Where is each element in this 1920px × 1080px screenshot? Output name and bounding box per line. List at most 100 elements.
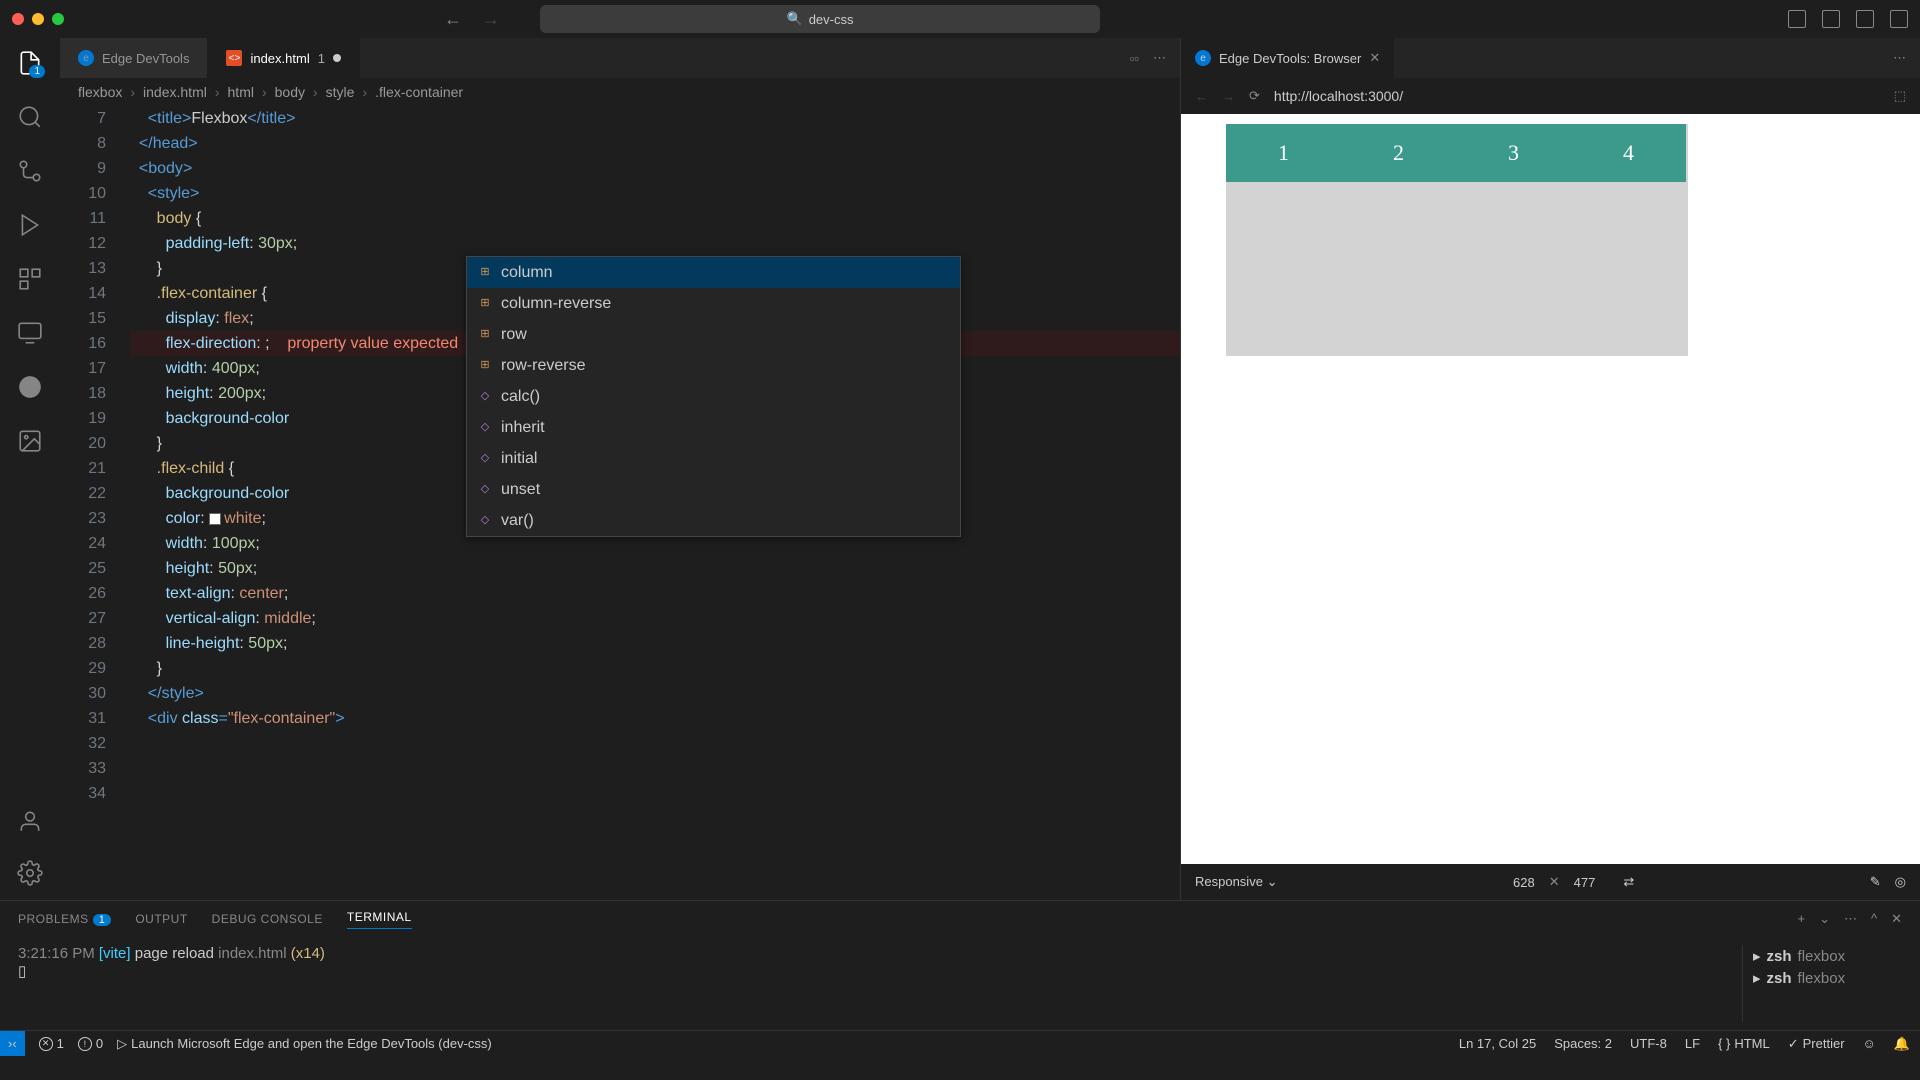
status-bell-icon[interactable]: 🔔 — [1894, 1036, 1910, 1052]
terminal-cursor: ▯ — [18, 962, 1742, 980]
autocomplete-item[interactable]: ◇unset — [467, 474, 960, 505]
terminal-entry[interactable]: ▸ zsh flexbox — [1753, 945, 1902, 967]
toggle-secondary-icon[interactable] — [1856, 10, 1874, 28]
bc-item[interactable]: flexbox — [78, 84, 122, 100]
terminal[interactable]: 3:21:16 PM [vite] page reload index.html… — [0, 937, 1920, 1030]
maximize-panel-icon[interactable]: ^ — [1871, 911, 1877, 927]
bc-item[interactable]: html — [228, 84, 254, 100]
emulate-icon[interactable]: ◎ — [1895, 874, 1906, 890]
autocomplete-item[interactable]: ◇var() — [467, 505, 960, 536]
panel-tab-output[interactable]: OUTPUT — [135, 912, 187, 926]
inspect-icon[interactable]: ⬚ — [1894, 88, 1906, 104]
status-feedback-icon[interactable]: ☺ — [1863, 1036, 1876, 1051]
browser-viewport[interactable]: 1234 — [1181, 114, 1920, 864]
css-hint-icon[interactable]: ✎ — [1870, 874, 1881, 890]
flex-child: 2 — [1341, 124, 1456, 182]
browser-forward-icon[interactable]: → — [1222, 89, 1235, 104]
status-encoding[interactable]: UTF-8 — [1630, 1036, 1667, 1051]
browser-tab[interactable]: e Edge DevTools: Browser ✕ — [1181, 38, 1394, 78]
breadcrumb[interactable]: flexbox› index.html› html› body› style› … — [60, 78, 1180, 106]
flex-child: 4 — [1571, 124, 1686, 182]
extensions-icon[interactable] — [17, 266, 43, 292]
autocomplete-item[interactable]: ⊞column — [467, 257, 960, 288]
search-icon: 🔍 — [787, 11, 803, 27]
layout-controls — [1788, 10, 1908, 28]
browser-back-icon[interactable]: ← — [1195, 89, 1208, 104]
titlebar: ← → 🔍 dev-css — [0, 0, 1920, 38]
autocomplete-item[interactable]: ⊞row-reverse — [467, 350, 960, 381]
more-actions-icon[interactable]: ⋯ — [1153, 50, 1166, 66]
back-icon[interactable]: ← — [444, 9, 462, 30]
bc-item[interactable]: body — [275, 84, 305, 100]
device-select[interactable]: Responsive ⌄ — [1195, 874, 1277, 890]
more-actions-icon[interactable]: ⋯ — [1893, 50, 1906, 66]
explorer-icon[interactable]: 1 — [17, 50, 43, 76]
debug-icon[interactable] — [17, 212, 43, 238]
account-icon[interactable] — [17, 808, 43, 834]
rotate-icon[interactable]: ⇄ — [1623, 874, 1634, 890]
term-msg: page reload — [135, 945, 214, 962]
status-cursor[interactable]: Ln 17, Col 25 — [1459, 1036, 1536, 1051]
forward-icon[interactable]: → — [482, 9, 500, 30]
autocomplete-item[interactable]: ⊞row — [467, 319, 960, 350]
status-launch-edge[interactable]: ▷ Launch Microsoft Edge and open the Edg… — [117, 1036, 492, 1052]
tab-label: Edge DevTools — [102, 51, 189, 66]
chevron-down-icon: ⌄ — [1267, 874, 1278, 889]
autocomplete-item[interactable]: ◇calc() — [467, 381, 960, 412]
flex-child: 1 — [1226, 124, 1341, 182]
toggle-sidebar-icon[interactable] — [1788, 10, 1806, 28]
close-icon[interactable]: ✕ — [1369, 50, 1380, 66]
status-indent[interactable]: Spaces: 2 — [1554, 1036, 1612, 1051]
bc-item[interactable]: index.html — [143, 84, 207, 100]
status-language[interactable]: { } HTML — [1718, 1036, 1770, 1051]
panel-tab-problems[interactable]: PROBLEMS1 — [18, 912, 111, 926]
browser-tab-label: Edge DevTools: Browser — [1219, 51, 1361, 66]
maximize-window-icon[interactable] — [52, 13, 64, 25]
scm-icon[interactable] — [17, 158, 43, 184]
url-bar[interactable]: http://localhost:3000/ — [1274, 88, 1403, 104]
settings-icon[interactable] — [17, 860, 43, 886]
viewport-width[interactable]: 628 — [1513, 875, 1535, 890]
code-editor[interactable]: 7891011121314151617181920212223242526272… — [60, 106, 1180, 900]
terminal-entry[interactable]: ▸ zsh flexbox — [1753, 967, 1902, 989]
tab-edge-devtools[interactable]: e Edge DevTools — [60, 38, 208, 78]
autocomplete-item[interactable]: ◇inherit — [467, 412, 960, 443]
viewport-height[interactable]: 477 — [1574, 875, 1596, 890]
close-window-icon[interactable] — [12, 13, 24, 25]
status-eol[interactable]: LF — [1685, 1036, 1700, 1051]
minimize-window-icon[interactable] — [32, 13, 44, 25]
edge-icon[interactable] — [17, 374, 43, 400]
new-terminal-icon[interactable]: + — [1797, 911, 1805, 927]
term-tag: [vite] — [99, 945, 131, 962]
customize-layout-icon[interactable] — [1890, 10, 1908, 28]
project-name: dev-css — [809, 12, 854, 27]
term-file: index.html — [218, 945, 286, 962]
devtools-icon[interactable] — [17, 320, 43, 346]
term-timestamp: 3:21:16 PM — [18, 945, 95, 962]
autocomplete-item[interactable]: ⊞column-reverse — [467, 288, 960, 319]
bottom-panel: PROBLEMS1 OUTPUT DEBUG CONSOLE TERMINAL … — [0, 900, 1920, 1030]
status-prettier[interactable]: ✓ Prettier — [1788, 1036, 1845, 1052]
explorer-badge: 1 — [29, 65, 45, 78]
tab-index-html[interactable]: <> index.html 1 — [208, 38, 359, 78]
activity-bar: 1 — [0, 38, 60, 900]
panel-tab-debug[interactable]: DEBUG CONSOLE — [212, 912, 323, 926]
code-content[interactable]: <title>Flexbox</title> </head> <body> <s… — [130, 106, 1180, 900]
close-panel-icon[interactable]: ✕ — [1891, 911, 1902, 927]
autocomplete-item[interactable]: ◇initial — [467, 443, 960, 474]
reload-icon[interactable]: ⟳ — [1249, 88, 1260, 104]
bc-item[interactable]: .flex-container — [375, 84, 463, 100]
images-icon[interactable] — [17, 428, 43, 454]
status-errors[interactable]: ✕1 — [39, 1036, 64, 1051]
command-center[interactable]: 🔍 dev-css — [540, 5, 1100, 33]
search-activity-icon[interactable] — [17, 104, 43, 130]
nav-history: ← → — [444, 9, 500, 30]
split-editor-icon[interactable]: ▫▫ — [1130, 51, 1139, 66]
terminal-dropdown-icon[interactable]: ⌄ — [1819, 911, 1830, 927]
split-terminal-icon[interactable]: ⋯ — [1844, 911, 1857, 927]
bc-item[interactable]: style — [326, 84, 355, 100]
toggle-panel-icon[interactable] — [1822, 10, 1840, 28]
status-warnings[interactable]: !0 — [78, 1036, 103, 1051]
remote-indicator[interactable]: ›‹ — [0, 1031, 25, 1056]
panel-tab-terminal[interactable]: TERMINAL — [347, 910, 412, 929]
